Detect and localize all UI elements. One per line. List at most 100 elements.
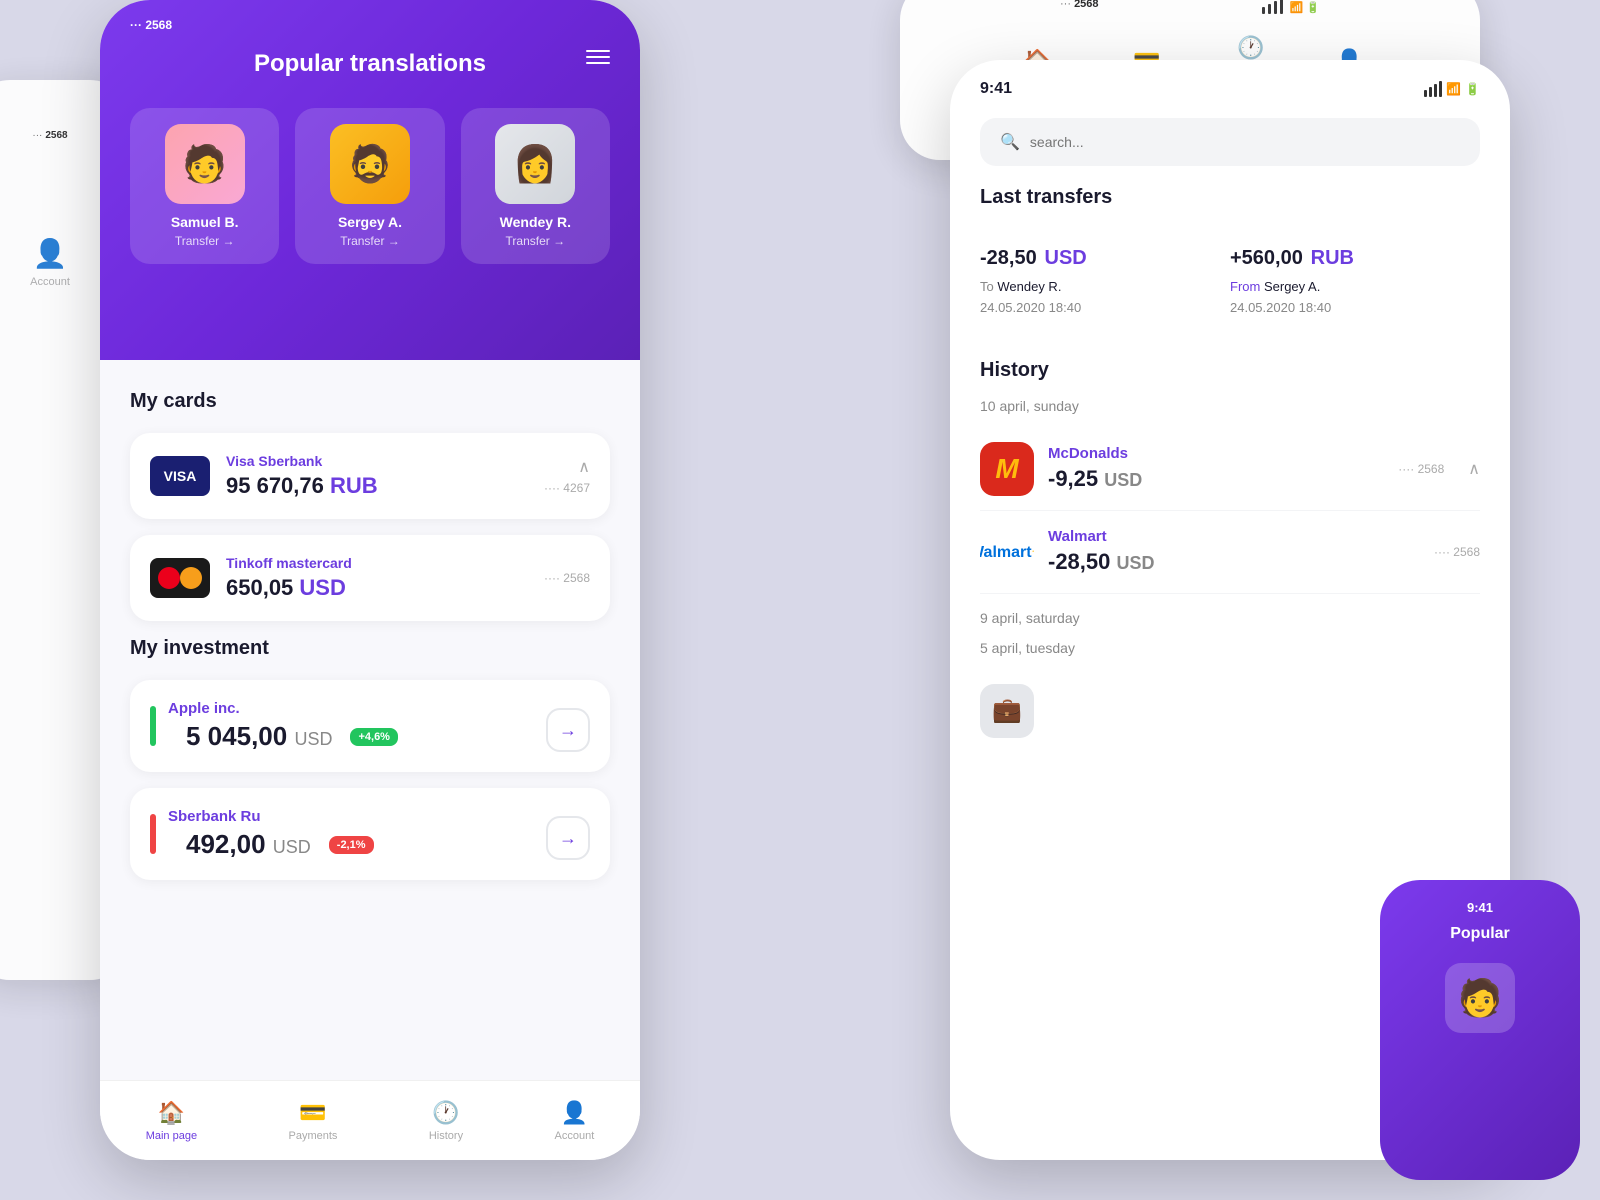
apple-badge: +4,6% <box>350 728 398 746</box>
sberbank-badge: -2,1% <box>329 836 374 854</box>
contact-samuel-action: Transfer → <box>175 234 235 248</box>
left-hamburger-icon[interactable] <box>38 191 62 197</box>
left-phone: ··· 2568 Popular translations 🧑 Samuel B… <box>100 0 640 1160</box>
apple-invest-amount: 5 045,00 USD <box>186 721 332 752</box>
transfer-1-detail: To Wendey R. 24.05.2020 18:40 <box>980 277 1230 319</box>
sberbank-arrow-btn[interactable]: → <box>546 816 590 860</box>
my-investment-title: My investment <box>130 637 610 660</box>
visa-card-name: Visa Sberbank <box>226 453 528 469</box>
bottom-nav-account-label: Account <box>555 1130 595 1142</box>
bottom-nav-history-label: History <box>429 1130 463 1142</box>
contacts-row: 🧑 Samuel B. Transfer → 🧔 Sergey A. Trans… <box>130 108 610 264</box>
left-phone-header: ··· 2568 Popular translations 🧑 Samuel B… <box>100 0 640 360</box>
left-phone-bottom-nav: 🏠 Main page 💳 Payments 🕐 History 👤 Accou… <box>100 1080 640 1160</box>
last-transfers-title: Last transfers <box>980 186 1480 209</box>
last-transfers-grid: -28,50 USD To Wendey R. 24.05.2020 18:40… <box>980 229 1480 329</box>
top-card-dots: ··· <box>1060 0 1071 10</box>
bottom-nav-history[interactable]: 🕐 History <box>429 1100 463 1142</box>
walmart-dots: ···· 2568 <box>1434 545 1480 559</box>
sberbank-invest-item[interactable]: Sberbank Ru 492,00 USD -2,1% → <box>130 788 610 880</box>
apple-invest-bar <box>150 706 156 746</box>
left-hamburger-menu[interactable] <box>586 50 610 64</box>
bottom-account-icon: 👤 <box>561 1100 588 1126</box>
right-status-bar: 9:41 📶 🔋 <box>950 60 1510 108</box>
placeholder-logo: 💼 <box>980 684 1034 738</box>
contact-samuel[interactable]: 🧑 Samuel B. Transfer → <box>130 108 279 264</box>
bottom-nav-main-label: Main page <box>146 1130 197 1142</box>
history-title: History <box>980 359 1480 382</box>
history-date-1: 10 april, sunday <box>980 398 1480 414</box>
search-icon: 🔍 <box>1000 132 1020 152</box>
bottom-nav-payments-label: Payments <box>289 1130 338 1142</box>
mcdonalds-info: McDonalds -9,25 USD <box>1048 445 1384 492</box>
right-phone-body: Last transfers -28,50 USD To Wendey R. 2… <box>950 186 1510 752</box>
visa-chevron-icon: ∧ <box>578 457 590 477</box>
transfer-2-amount: +560,00 RUB <box>1230 239 1480 271</box>
top-card-num: 2568 <box>1074 0 1098 10</box>
mastercard-logo <box>150 558 210 598</box>
mastercard-dots: ···· 2568 <box>544 571 590 585</box>
search-input[interactable] <box>1030 134 1460 150</box>
bottom-nav-account[interactable]: 👤 Account <box>555 1100 595 1142</box>
mcdonalds-logo: M <box>980 442 1034 496</box>
mcdonalds-dots: ···· 2568 <box>1398 462 1444 476</box>
transfer-item-2: +560,00 RUB From Sergey A. 24.05.2020 18… <box>1230 229 1480 329</box>
walmart-amount: -28,50 USD <box>1048 549 1420 575</box>
search-bar[interactable]: 🔍 <box>980 118 1480 166</box>
sberbank-invest-amount: 492,00 USD <box>186 829 311 860</box>
walmart-info: Walmart -28,50 USD <box>1048 528 1420 575</box>
peek-avatar: 🧑 <box>1445 963 1515 1033</box>
bottom-nav-main[interactable]: 🏠 Main page <box>146 1100 197 1142</box>
bottom-right-purple-peek: 9:41 Popular 🧑 <box>1380 880 1580 1180</box>
visa-card-info: Visa Sberbank 95 670,76 RUB <box>226 453 528 499</box>
bottom-home-icon: 🏠 <box>158 1100 185 1126</box>
transfer-1-amount: -28,50 USD <box>980 239 1230 271</box>
contact-wendey[interactable]: 👩 Wendey R. Transfer → <box>461 108 610 264</box>
my-cards-title: My cards <box>130 390 610 413</box>
left-account-label: Account <box>30 276 70 288</box>
avatar-samuel: 🧑 <box>165 124 245 204</box>
transfer-item-1: -28,50 USD To Wendey R. 24.05.2020 18:40 <box>980 229 1230 329</box>
left-account-icon: 👤 <box>33 237 68 270</box>
right-signal-icons: 📶 🔋 <box>1424 81 1480 97</box>
contact-sergey-action: Transfer → <box>340 234 400 248</box>
mastercard-amount: 650,05 USD <box>226 575 528 601</box>
bottom-nav-payments[interactable]: 💳 Payments <box>289 1100 338 1142</box>
contact-wendey-action: Transfer → <box>506 234 566 248</box>
visa-card-item[interactable]: VISA Visa Sberbank 95 670,76 RUB ∧ ···· … <box>130 433 610 519</box>
walmart-logo: Walmart✦ <box>980 525 1034 579</box>
sberbank-invest-bar <box>150 814 156 854</box>
mastercard-name: Tinkoff mastercard <box>226 555 528 571</box>
mastercard-item[interactable]: Tinkoff mastercard 650,05 USD ···· 2568 <box>130 535 610 621</box>
avatar-sergey: 🧔 <box>330 124 410 204</box>
left-status-bar: ··· 2568 <box>130 18 172 32</box>
peek-label: Popular <box>1450 925 1510 943</box>
apple-invest-item[interactable]: Apple inc. 5 045,00 USD +4,6% → <box>130 680 610 772</box>
contact-sergey-name: Sergey A. <box>338 214 402 230</box>
history-icon: 🕐 <box>1237 35 1264 61</box>
visa-card-amount: 95 670,76 RUB <box>226 473 528 499</box>
avatar-wendey: 👩 <box>495 124 575 204</box>
battery-icon: 🔋 <box>1465 82 1480 96</box>
transfer-2-detail: From Sergey A. 24.05.2020 18:40 <box>1230 277 1480 319</box>
bottom-history-icon: 🕐 <box>432 1100 459 1126</box>
peek-time: 9:41 <box>1467 900 1493 915</box>
sberbank-invest-name: Sberbank Ru <box>168 808 374 825</box>
mcdonalds-name: McDonalds <box>1048 445 1384 462</box>
history-date-3: 5 april, tuesday <box>980 640 1480 656</box>
left-status-text: ··· 2568 <box>130 18 172 32</box>
contact-wendey-name: Wendey R. <box>500 214 571 230</box>
contact-samuel-name: Samuel B. <box>171 214 239 230</box>
history-walmart[interactable]: Walmart✦ Walmart -28,50 USD ···· 2568 <box>980 511 1480 594</box>
history-placeholder: 💼 <box>980 670 1480 752</box>
mcdonalds-chevron-icon: ∧ <box>1468 459 1480 479</box>
history-mcdonalds[interactable]: M McDonalds -9,25 USD ···· 2568 ∧ <box>980 428 1480 511</box>
right-time: 9:41 <box>980 80 1012 98</box>
visa-logo: VISA <box>150 456 210 496</box>
walmart-name: Walmart <box>1048 528 1420 545</box>
wifi-icon: 📶 <box>1446 82 1461 96</box>
mastercard-info: Tinkoff mastercard 650,05 USD <box>226 555 528 601</box>
apple-arrow-btn[interactable]: → <box>546 708 590 752</box>
contact-sergey[interactable]: 🧔 Sergey A. Transfer → <box>295 108 444 264</box>
apple-invest-name: Apple inc. <box>168 700 398 717</box>
